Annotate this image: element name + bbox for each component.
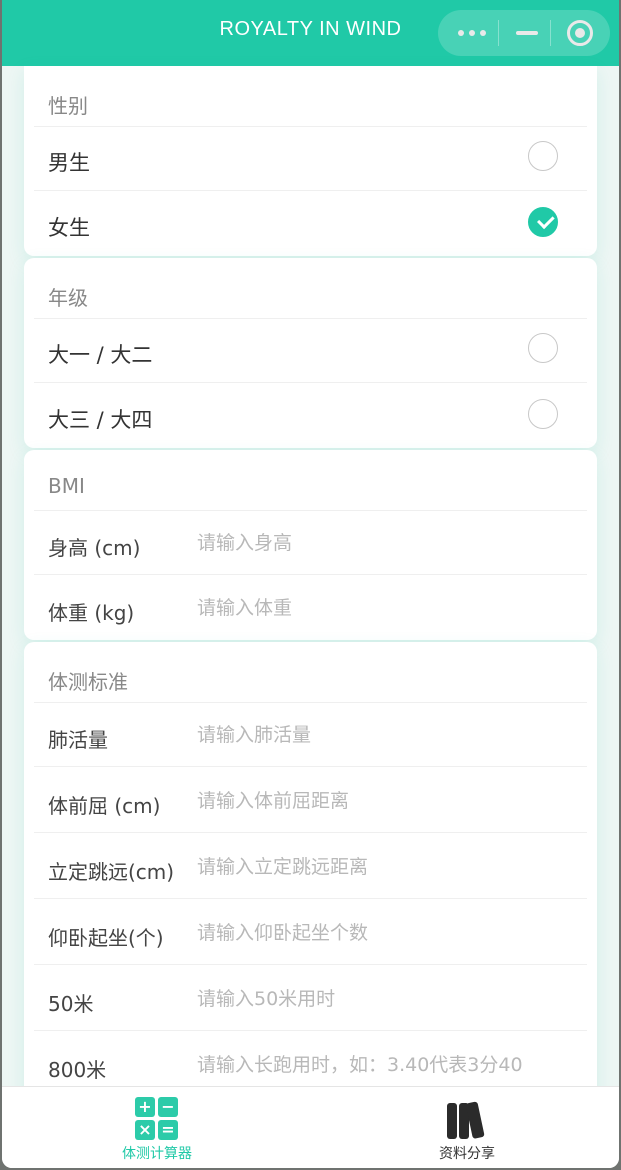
minimize-icon[interactable] (512, 10, 542, 56)
radio-grade-3-4[interactable] (528, 399, 558, 429)
height-label: 身高 (cm) (48, 536, 141, 560)
radio-female-checked[interactable] (528, 207, 558, 237)
divider (34, 574, 587, 575)
gender-card: 性别 男生 女生 (24, 66, 597, 256)
tab-label-resources: 资料分享 (439, 1146, 495, 1162)
section-title-bmi: BMI (48, 474, 85, 498)
vital-capacity-input[interactable] (197, 718, 577, 752)
books-icon (445, 1097, 489, 1141)
divider (34, 964, 587, 965)
section-title-standards: 体测标准 (48, 670, 128, 694)
sit-ups-label: 仰卧起坐(个) (48, 926, 164, 950)
sit-and-reach-input[interactable] (197, 784, 577, 818)
radio-grade-1-2[interactable] (528, 333, 558, 363)
weight-label: 体重 (kg) (48, 601, 135, 625)
radio-male[interactable] (528, 141, 558, 171)
navigation-bar: ROYALTY IN WIND (2, 0, 619, 66)
run-800m-input[interactable] (197, 1048, 577, 1082)
section-title-grade: 年级 (48, 286, 88, 310)
weight-input[interactable] (197, 591, 577, 625)
standing-jump-input[interactable] (197, 850, 577, 884)
divider (34, 318, 587, 319)
section-title-gender: 性别 (48, 94, 88, 118)
divider (34, 190, 587, 191)
divider (34, 1030, 587, 1031)
form-content: 性别 男生 女生 年级 大一 / 大二 大三 / 大四 BMI 身高 (cm) … (2, 66, 619, 1102)
option-label-female[interactable]: 女生 (48, 212, 90, 242)
divider (34, 766, 587, 767)
tab-bar: + − × = 体测计算器 资料分享 (2, 1086, 619, 1168)
sprint-50m-input[interactable] (197, 982, 577, 1016)
option-label-grade-1-2[interactable]: 大一 / 大二 (48, 339, 152, 369)
height-input[interactable] (197, 526, 577, 560)
grade-card: 年级 大一 / 大二 大三 / 大四 (24, 258, 597, 448)
divider (34, 126, 587, 127)
divider (34, 702, 587, 703)
divider (34, 898, 587, 899)
option-label-grade-3-4[interactable]: 大三 / 大四 (48, 404, 152, 434)
sprint-50m-label: 50米 (48, 992, 94, 1016)
tab-resources[interactable]: 资料分享 (367, 1087, 567, 1168)
divider (34, 832, 587, 833)
vital-capacity-label: 肺活量 (48, 728, 108, 752)
capsule-divider (498, 20, 499, 46)
calculator-icon: + − × = (135, 1097, 179, 1141)
sit-ups-input[interactable] (197, 916, 577, 950)
menu-capsule (438, 10, 610, 56)
divider (34, 382, 587, 383)
standards-card: 体测标准 肺活量 体前屈 (cm) 立定跳远(cm) 仰卧起坐(个) 50米 8… (24, 642, 597, 1102)
standing-jump-label: 立定跳远(cm) (48, 860, 175, 884)
sit-and-reach-label: 体前屈 (cm) (48, 794, 161, 818)
bmi-card: BMI 身高 (cm) 体重 (kg) (24, 450, 597, 640)
option-label-male[interactable]: 男生 (48, 147, 90, 177)
tab-label-calculator: 体测计算器 (122, 1146, 192, 1162)
tab-calculator[interactable]: + − × = 体测计算器 (57, 1087, 257, 1168)
app-window: ROYALTY IN WIND 性别 男生 女生 年级 大一 / 大二 大三 /… (2, 0, 619, 1168)
target-close-icon[interactable] (564, 10, 594, 56)
run-800m-label: 800米 (48, 1058, 107, 1082)
more-dots-icon[interactable] (450, 10, 494, 56)
capsule-divider (550, 20, 551, 46)
divider (34, 510, 587, 511)
